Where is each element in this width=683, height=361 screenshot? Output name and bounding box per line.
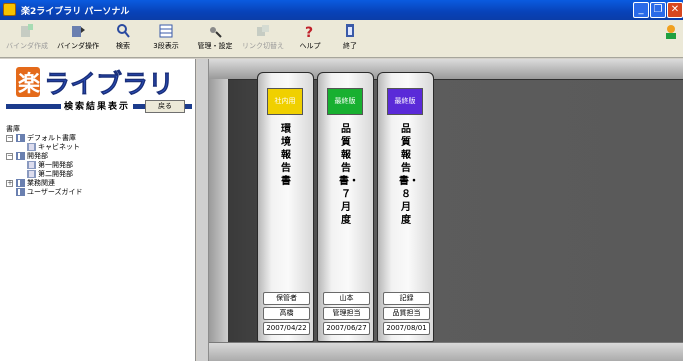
svg-text:?: ? bbox=[305, 25, 313, 39]
link-switch-button[interactable]: リンク切替え bbox=[238, 22, 288, 56]
binder-date: 2007/06/27 bbox=[323, 322, 370, 335]
tree-item-cabinet[interactable]: キャビネット bbox=[6, 143, 192, 152]
search-result-caption: 検索結果表示 bbox=[61, 100, 134, 114]
window-title: 楽2ライブラリ パーソナル bbox=[21, 7, 130, 17]
tree-item-dev-dept-2[interactable]: 第二開発部 bbox=[6, 170, 192, 179]
binder-person: 品質担当 bbox=[383, 307, 430, 320]
restore-button[interactable]: ❐ bbox=[650, 2, 666, 18]
help-icon: ? bbox=[305, 25, 313, 39]
tree-item-label: 第二開発部 bbox=[38, 170, 73, 178]
bookshelf-left-wall bbox=[209, 79, 228, 361]
toolbar: バインダ作成 バインダ操作 検索 3段表示 管理・設定 リンク切替え ? ヘルプ… bbox=[0, 20, 683, 58]
admin-settings-button[interactable]: 管理・設定 bbox=[192, 22, 238, 56]
tree-root-shoko[interactable]: 書庫 bbox=[6, 125, 192, 134]
exit-button[interactable]: 終了 bbox=[332, 22, 368, 56]
collapse-toggle[interactable]: － bbox=[6, 135, 13, 142]
link-switch-icon bbox=[257, 25, 269, 36]
binder-role: 保管者 bbox=[263, 292, 310, 305]
binder-date: 2007/04/22 bbox=[263, 322, 310, 335]
binder-info: 記録 品質担当 2007/08/01 bbox=[383, 292, 430, 337]
tree-item-label: 業務関連 bbox=[27, 179, 55, 187]
back-button[interactable]: 戻る bbox=[145, 100, 185, 113]
bookshelf-floor bbox=[209, 342, 683, 361]
minimize-button[interactable]: _ bbox=[633, 2, 649, 18]
library-icon bbox=[16, 188, 25, 196]
expand-toggle[interactable]: ＋ bbox=[6, 180, 13, 187]
search-button[interactable]: 検索 bbox=[104, 22, 142, 56]
app-icon bbox=[3, 3, 16, 16]
binder-title: 品質報告書・８月度 bbox=[399, 124, 419, 226]
binder-title: 環境報告書 bbox=[281, 124, 291, 187]
tree-item-label: 開発部 bbox=[27, 152, 48, 160]
tree-item-dev-dept-1[interactable]: 第一開発部 bbox=[6, 161, 192, 170]
close-button[interactable]: ✕ bbox=[667, 2, 683, 18]
binder-date: 2007/08/01 bbox=[383, 322, 430, 335]
search-result-bar: 検索結果表示 戻る bbox=[6, 100, 192, 114]
cabinet-icon bbox=[27, 170, 36, 178]
binder-operate-icon bbox=[72, 26, 85, 37]
binder-1[interactable]: 最終版 品質報告書・７月度 山本 管理担当 2007/06/27 bbox=[317, 72, 374, 342]
tree-item-label: デフォルト書庫 bbox=[27, 134, 76, 142]
binder-info: 保管者 高橋 2007/04/22 bbox=[263, 292, 310, 337]
tree-item-business[interactable]: ＋ 業務関連 bbox=[6, 179, 192, 188]
tree-item-dev-dept[interactable]: － 開発部 bbox=[6, 152, 192, 161]
library-icon bbox=[16, 152, 25, 160]
binder-create-button[interactable]: バインダ作成 bbox=[2, 22, 52, 56]
tree-item-label: ユーザーズガイド bbox=[27, 188, 83, 196]
help-button[interactable]: ? ヘルプ bbox=[290, 22, 330, 56]
binder-role: 山本 bbox=[323, 292, 370, 305]
tree-item-label: 書庫 bbox=[6, 125, 20, 133]
binder-role: 記録 bbox=[383, 292, 430, 305]
tree-item-default-library[interactable]: － デフォルト書庫 bbox=[6, 134, 192, 143]
app-logo: 楽 ライブラリ bbox=[6, 65, 190, 101]
binder-2[interactable]: 最終版 品質報告書・８月度 記録 品質担当 2007/08/01 bbox=[377, 72, 434, 342]
binder-person: 高橋 bbox=[263, 307, 310, 320]
binder-person: 管理担当 bbox=[323, 307, 370, 320]
binder-status-tag: 最終版 bbox=[387, 88, 423, 115]
search-icon bbox=[117, 24, 130, 38]
library-icon bbox=[16, 134, 25, 142]
tree-item-label: キャビネット bbox=[38, 143, 80, 151]
tree-item-label: 第一開発部 bbox=[38, 161, 73, 169]
svg-text:ライブラリ: ライブラリ bbox=[44, 69, 174, 100]
exit-icon bbox=[346, 24, 354, 37]
collapse-toggle[interactable]: － bbox=[6, 153, 13, 160]
left-panel: 楽 ライブラリ 検索結果表示 戻る 書庫 － デフォルト書庫 キャビネット － … bbox=[0, 59, 196, 361]
admin-settings-icon bbox=[210, 27, 222, 38]
binder-operate-button[interactable]: バインダ操作 bbox=[54, 22, 102, 56]
title-bar: 楽2ライブラリ パーソナル _ ❐ ✕ bbox=[0, 0, 683, 20]
library-icon bbox=[16, 179, 25, 187]
user-icon[interactable] bbox=[663, 24, 679, 40]
bookshelf-scrollbar[interactable] bbox=[197, 59, 209, 361]
binder-status-tag: 社内用 bbox=[267, 88, 303, 115]
cabinet-icon bbox=[27, 143, 36, 151]
binder-0[interactable]: 社内用 環境報告書 保管者 高橋 2007/04/22 bbox=[257, 72, 314, 342]
svg-text:楽: 楽 bbox=[18, 71, 41, 97]
binder-status-tag: 最終版 bbox=[327, 88, 363, 115]
binder-info: 山本 管理担当 2007/06/27 bbox=[323, 292, 370, 337]
three-tier-view-button[interactable]: 3段表示 bbox=[144, 22, 188, 56]
three-tier-view-icon bbox=[159, 24, 173, 38]
tree-item-users-guide[interactable]: ユーザーズガイド bbox=[6, 188, 192, 197]
library-tree: 書庫 － デフォルト書庫 キャビネット － 開発部 第一開発部 第二開発部 ＋ … bbox=[6, 125, 192, 197]
cabinet-icon bbox=[27, 161, 36, 169]
binder-title: 品質報告書・７月度 bbox=[339, 124, 359, 226]
binder-create-icon bbox=[21, 24, 33, 37]
